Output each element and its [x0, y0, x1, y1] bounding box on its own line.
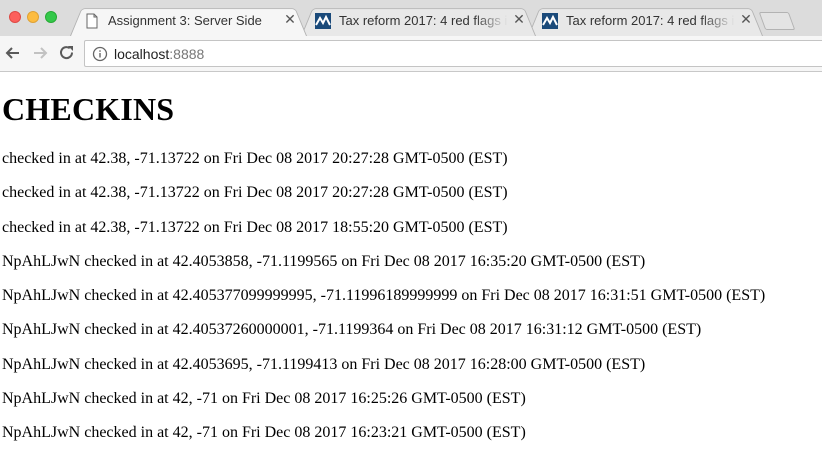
new-tab-button[interactable]: [758, 12, 796, 30]
tab-strip: Tax reform 2017: 4 red flags in ✕ Tax re…: [0, 0, 822, 37]
page-icon: [84, 13, 100, 29]
checkin-item: NpAhLJwN checked in at 42.40537709999999…: [2, 287, 766, 305]
news-site-icon: [315, 13, 331, 29]
browser-toolbar: localhost:8888: [0, 36, 822, 72]
checkin-item: NpAhLJwN checked in at 42, -71 on Fri De…: [2, 390, 526, 408]
checkin-item: NpAhLJwN checked in at 42, -71 on Fri De…: [2, 424, 526, 442]
page-title: CHECKINS: [2, 91, 175, 127]
back-arrow-icon[interactable]: [4, 44, 22, 62]
tab-title: Assignment 3: Server Side: [108, 13, 262, 28]
address-bar[interactable]: localhost:8888: [84, 40, 822, 67]
url-host: localhost: [114, 46, 170, 62]
browser-chrome: Tax reform 2017: 4 red flags in ✕ Tax re…: [0, 0, 822, 72]
checkin-item: NpAhLJwN checked in at 42.4053858, -71.1…: [2, 252, 646, 270]
checkin-item: checked in at 42.38, -71.13722 on Fri De…: [2, 150, 508, 167]
zoom-window-button[interactable]: [45, 11, 57, 23]
info-icon[interactable]: [92, 46, 108, 62]
tab-title: Tax reform 2017: 4 red flags in: [339, 13, 508, 28]
checkin-list: checked in at 42.38, -71.13722 on Fri De…: [2, 150, 765, 459]
close-tab-icon[interactable]: ✕: [512, 12, 526, 26]
checkin-item: checked in at 42.38, -71.13722 on Fri De…: [2, 218, 508, 236]
tab-tax-reform-1[interactable]: Tax reform 2017: 4 red flags in ✕: [301, 5, 536, 37]
news-site-icon: [542, 13, 558, 29]
close-window-button[interactable]: [9, 11, 21, 23]
close-tab-icon[interactable]: ✕: [739, 12, 753, 26]
forward-arrow-icon[interactable]: [31, 44, 49, 62]
url-port: :8888: [169, 46, 205, 62]
tab-title: Tax reform 2017: 4 red flags in: [566, 13, 735, 28]
checkin-item: checked in at 42.38, -71.13722 on Fri De…: [2, 184, 508, 202]
tab-tax-reform-2[interactable]: Tax reform 2017: 4 red flags in ✕: [528, 5, 763, 37]
close-tab-icon[interactable]: ✕: [283, 12, 297, 26]
checkin-item: NpAhLJwN checked in at 42.4053695, -71.1…: [2, 355, 646, 373]
minimize-window-button[interactable]: [27, 11, 39, 23]
tab-assignment-3[interactable]: Assignment 3: Server Side ✕: [70, 5, 307, 37]
address-url[interactable]: localhost:8888: [114, 46, 204, 62]
checkin-item: NpAhLJwN checked in at 42.40537260000001…: [2, 321, 702, 339]
reload-icon[interactable]: [58, 44, 76, 62]
